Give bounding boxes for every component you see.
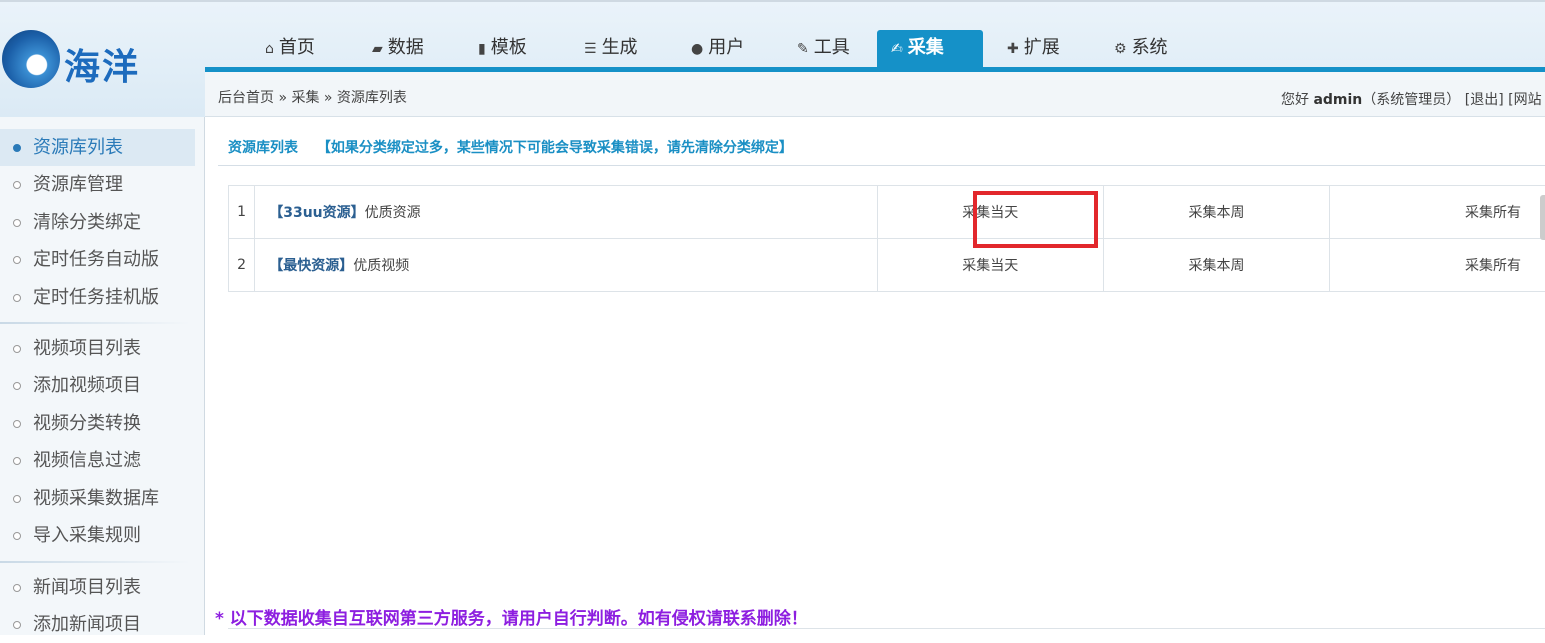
sidebar-item-video-filter[interactable]: 视频信息过滤 [0,442,195,479]
row-number: 2 [229,239,255,292]
table-row: 2 【最快资源】优质视频 采集当天 采集本周 采集所有 [229,239,1545,292]
greeting: 您好 [1281,92,1309,108]
logo-text: 海洋 [64,38,140,90]
sidebar-item-add-video[interactable]: 添加视频项目 [0,367,195,404]
bullet-icon [13,584,21,592]
sidebar-item-news-list[interactable]: 新闻项目列表 [0,569,195,606]
main-nav: ⌂首页 ▰数据 ▮模板 ☰生成 ●用户 ✎工具 ✍采集 ✚扩展 ⚙系统 [205,28,1545,68]
sidebar-item-add-news[interactable]: 添加新闻项目 [0,606,195,643]
resource-table: 1 【33uu资源】优质资源 采集当天 采集本周 采集所有 2 【最快资源】优质… [228,185,1545,292]
binding-warning: 【如果分类绑定过多，某些情况下可能会导致采集错误，请先清除分类绑定】 [317,140,793,156]
resource-desc: 优质资源 [365,205,421,221]
lower-table-edge [228,628,1545,635]
sidebar-item-video-category[interactable]: 视频分类转换 [0,405,195,442]
bullet-icon [13,382,21,390]
nav-user[interactable]: ●用户 [677,30,758,68]
content-header: 资源库列表 【如果分类绑定过多，某些情况下可能会导致采集错误，请先清除分类绑定】 [228,137,793,157]
bullet-icon [13,420,21,428]
sidebar-item-clear-binding[interactable]: 清除分类绑定 [0,204,195,241]
server-icon: ☰ [584,31,597,67]
user-info: 您好 admin（系统管理员） [退出] [网站 [1281,89,1542,109]
collect-week-link[interactable]: 采集本周 [1103,186,1329,239]
sidebar-divider [0,561,190,563]
highlight-box [973,191,1098,248]
bullet-icon [13,219,21,227]
bullet-icon [13,532,21,540]
sidebar-item-timer-hang[interactable]: 定时任务挂机版 [0,279,195,316]
bullet-icon [13,495,21,503]
user-icon: ● [691,31,703,67]
collect-all-link[interactable]: 采集所有 [1330,239,1545,292]
resource-name: 【33uu资源】 [269,205,364,221]
sidebar-item-video-list[interactable]: 视频项目列表 [0,330,195,367]
resource-name-cell: 【最快资源】优质视频 [255,239,877,292]
bullet-icon [13,621,21,629]
sidebar-item-video-db[interactable]: 视频采集数据库 [0,480,195,517]
puzzle-icon: ✚ [1007,31,1019,67]
collect-week-link[interactable]: 采集本周 [1103,239,1329,292]
site-link[interactable]: [网站 [1508,92,1541,108]
logout-link[interactable]: [退出] [1465,92,1504,108]
disclaimer-notice: * 以下数据收集自互联网第三方服务，请用户自行判断。如有侵权请联系删除！ [215,604,808,629]
book-icon: ▰ [372,31,383,67]
bullet-icon [13,294,21,302]
nav-collect[interactable]: ✍采集 [877,30,983,68]
bullet-icon [13,256,21,264]
resource-name: 【最快资源】 [269,258,353,274]
table-row: 1 【33uu资源】优质资源 采集当天 采集本周 采集所有 [229,186,1545,239]
nav-tools[interactable]: ✎工具 [783,30,864,68]
nav-data[interactable]: ▰数据 [358,30,438,68]
sidebar-item-resource-manage[interactable]: 资源库管理 [0,166,195,203]
page-title: 资源库列表 [228,140,298,156]
nav-generate[interactable]: ☰生成 [570,30,652,68]
sidebar-item-resource-list[interactable]: 资源库列表 [0,129,195,166]
row-number: 1 [229,186,255,239]
nav-system[interactable]: ⚙系统 [1100,30,1182,68]
collect-all-link[interactable]: 采集所有 [1330,186,1545,239]
logo[interactable]: 海洋 [2,30,147,90]
side-scroll-tab[interactable] [1540,195,1545,240]
username: admin [1313,92,1362,108]
breadcrumb: 后台首页 » 采集 » 资源库列表 [218,87,407,107]
nav-extend[interactable]: ✚扩展 [993,30,1074,68]
wave-logo-icon [2,30,60,88]
sidebar-divider [0,322,190,324]
edit-icon: ✍ [891,31,903,67]
home-icon: ⌂ [265,31,274,67]
sidebar-item-timer-auto[interactable]: 定时任务自动版 [0,241,195,278]
bullet-icon [13,144,21,152]
sidebar: 资源库列表 资源库管理 清除分类绑定 定时任务自动版 定时任务挂机版 视频项目列… [0,117,205,635]
sidebar-item-import-rules[interactable]: 导入采集规则 [0,517,195,554]
header-divider [218,165,1545,166]
breadcrumb-bar: 后台首页 » 采集 » 资源库列表 您好 admin（系统管理员） [退出] [… [205,72,1545,117]
resource-name-cell: 【33uu资源】优质资源 [255,186,877,239]
bullet-icon [13,457,21,465]
file-icon: ▮ [478,31,486,67]
nav-home[interactable]: ⌂首页 [251,30,329,68]
bullet-icon [13,181,21,189]
bullet-icon [13,345,21,353]
gear-icon: ⚙ [1114,31,1127,67]
user-role: （系统管理员） [1362,92,1460,108]
wrench-icon: ✎ [797,31,809,67]
nav-template[interactable]: ▮模板 [464,30,541,68]
resource-desc: 优质视频 [353,258,409,274]
